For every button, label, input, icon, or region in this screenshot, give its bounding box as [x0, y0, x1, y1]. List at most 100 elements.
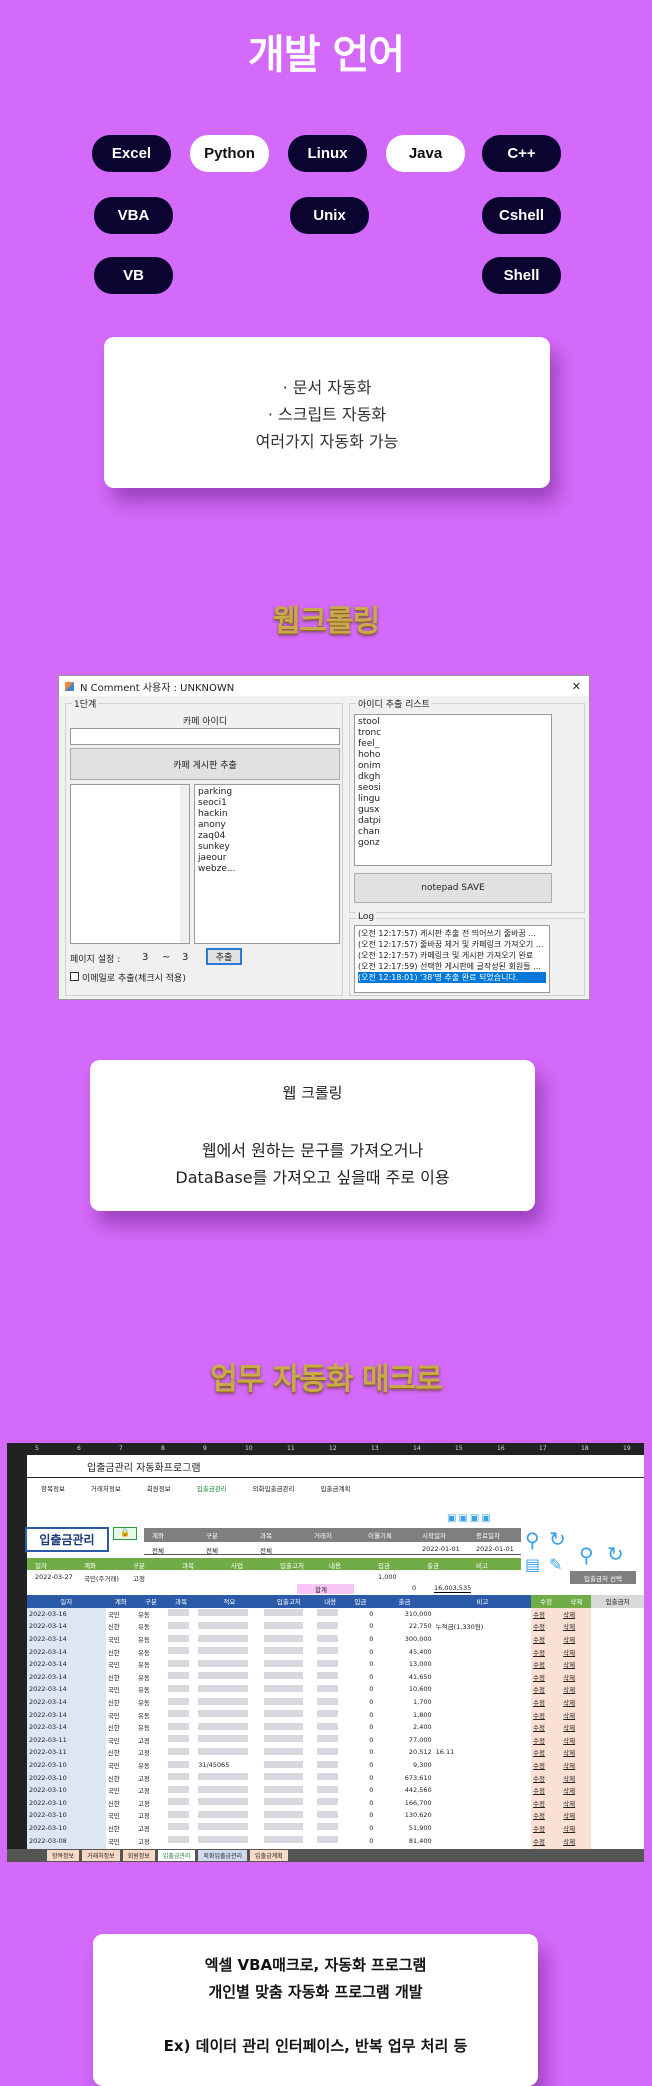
cell[interactable]: 수정	[531, 1670, 562, 1684]
cell[interactable]: 삭제	[561, 1796, 592, 1810]
column-header[interactable]: 12	[329, 1445, 337, 1452]
notepad-save-button[interactable]: notepad SAVE	[354, 873, 552, 903]
id-item[interactable]: lingu	[358, 794, 548, 805]
cell[interactable]: 수정	[531, 1746, 562, 1759]
cell[interactable]: 수정	[531, 1695, 562, 1709]
id-item[interactable]: gonz	[358, 838, 548, 849]
cell[interactable]: 삭제	[561, 1708, 592, 1721]
column-header[interactable]: 6	[77, 1445, 81, 1452]
sheet-tab[interactable]: 거래처정보	[82, 1850, 120, 1861]
category-list[interactable]	[70, 784, 190, 944]
cell[interactable]: 수정	[531, 1607, 562, 1621]
cell[interactable]: 수정	[531, 1708, 562, 1721]
board-item[interactable]: parking	[198, 787, 336, 798]
board-item[interactable]: hackin	[198, 809, 336, 820]
cell[interactable]: 수정	[531, 1758, 562, 1772]
save-icon[interactable]: ▤	[525, 1555, 540, 1574]
cell[interactable]: 수정	[531, 1809, 562, 1822]
cell[interactable]: 수정	[531, 1796, 562, 1810]
cell[interactable]: 수정	[531, 1720, 562, 1734]
column-header[interactable]: 19	[623, 1445, 631, 1452]
nav-link[interactable]: 외화입출금관리	[253, 1483, 295, 1493]
board-item[interactable]: sunkey	[198, 842, 336, 853]
refresh-icon[interactable]: ↻	[607, 1542, 624, 1566]
id-item[interactable]: datpi	[358, 816, 548, 827]
id-list[interactable]: stool tronc feel_ hoho onim dkgh seosi lingu gus…	[354, 714, 552, 866]
sheet-tab[interactable]: 입출금관리	[157, 1850, 196, 1861]
nav-link[interactable]: 회원정보	[147, 1483, 171, 1493]
cell[interactable]: 삭제	[561, 1821, 592, 1835]
calendar-icons[interactable]: ▣▣▣▣	[447, 1513, 493, 1524]
board-item[interactable]: jaeour	[198, 853, 336, 864]
email-checkbox[interactable]	[70, 972, 79, 981]
board-item[interactable]: anony	[198, 820, 336, 831]
cell[interactable]: 삭제	[561, 1657, 592, 1671]
cell[interactable]: 삭제	[561, 1645, 592, 1658]
column-header[interactable]: 16	[497, 1445, 505, 1452]
cell[interactable]: 삭제	[561, 1632, 592, 1646]
nav-link[interactable]: 입출금관리	[197, 1483, 227, 1493]
board-list[interactable]: parking seoci1 hackin anony zaq04 sunkey jaeou…	[194, 784, 340, 944]
board-item[interactable]: webze...	[198, 864, 336, 875]
column-header[interactable]: 15	[455, 1445, 463, 1452]
eraser-icon[interactable]: ✎	[549, 1555, 562, 1574]
search-icon[interactable]: ⚲	[525, 1528, 540, 1552]
cell[interactable]: 수정	[531, 1632, 562, 1646]
cell[interactable]: 삭제	[561, 1758, 592, 1772]
lock-icon[interactable]: 🔒	[113, 1527, 137, 1540]
refresh-icon[interactable]: ↻	[549, 1527, 566, 1551]
cell[interactable]: 삭제	[561, 1620, 592, 1633]
close-icon[interactable]: ✕	[572, 680, 581, 693]
column-header[interactable]: 17	[539, 1445, 547, 1452]
column-header[interactable]: 11	[287, 1445, 295, 1452]
cell[interactable]: 삭제	[561, 1695, 592, 1709]
board-extract-button[interactable]: 카페 게시판 추출	[70, 748, 340, 780]
sheet-tab[interactable]: 회원정보	[122, 1850, 155, 1861]
log-list[interactable]: (오전 12:17:57) 게시판 추출 전 띄어쓰기 줄바꿈 ... (오전 1…	[354, 925, 550, 993]
column-header[interactable]: 18	[581, 1445, 589, 1452]
nav-link[interactable]: 거래처정보	[91, 1483, 121, 1493]
cell[interactable]: 삭제	[561, 1733, 592, 1747]
cell[interactable]: 삭제	[561, 1683, 592, 1696]
id-item[interactable]: seosi	[358, 783, 548, 794]
column-header[interactable]: 14	[413, 1445, 421, 1452]
cell[interactable]: 수정	[531, 1683, 562, 1696]
cell[interactable]: 수정	[531, 1657, 562, 1671]
log-entry[interactable]: (오전 12:18:01) '38'명 추출 완료 되었습니다.	[358, 972, 546, 983]
cell[interactable]: 수정	[531, 1821, 562, 1835]
cell[interactable]: 삭제	[561, 1809, 592, 1822]
cell[interactable]: 삭제	[561, 1783, 592, 1797]
board-item[interactable]: zaq04	[198, 831, 336, 842]
id-item[interactable]: onim	[358, 761, 548, 772]
column-header[interactable]: 7	[119, 1445, 123, 1452]
cell[interactable]: 수정	[531, 1620, 562, 1633]
board-item[interactable]: seoci1	[198, 798, 336, 809]
sheet-tab[interactable]: 입출금계획	[250, 1850, 288, 1861]
log-entry[interactable]: (오전 12:17:57) 줄바꿈 제거 및 카페링크 가져오기 ...	[358, 939, 546, 950]
id-item[interactable]: stool	[358, 717, 548, 728]
log-entry[interactable]: (오전 12:17:59) 선택한 게시판에 글작성된 회원들 ...	[358, 961, 546, 972]
cell[interactable]: 삭제	[561, 1771, 592, 1784]
cell[interactable]: 삭제	[561, 1746, 592, 1759]
page-from-input[interactable]: 3	[142, 952, 148, 963]
cell[interactable]: 수정	[531, 1834, 562, 1847]
search-icon[interactable]: ⚲	[579, 1543, 594, 1567]
page-to-input[interactable]: 3	[182, 952, 188, 963]
cell[interactable]: 삭제	[561, 1834, 592, 1847]
scrollbar[interactable]	[180, 785, 189, 943]
extract-button[interactable]: 추출	[206, 948, 242, 965]
nav-link[interactable]: 입출금계획	[321, 1483, 351, 1493]
id-item[interactable]: hoho	[358, 750, 548, 761]
log-entry[interactable]: (오전 12:17:57) 게시판 추출 전 띄어쓰기 줄바꿈 ...	[358, 928, 546, 939]
select-partner-button[interactable]: 입출금처 선택	[570, 1571, 636, 1584]
column-header[interactable]: 9	[203, 1445, 207, 1452]
id-item[interactable]: feel_	[358, 739, 548, 750]
sheet-tab[interactable]: 외화입출금관리	[198, 1850, 248, 1861]
column-header[interactable]: 10	[245, 1445, 253, 1452]
nav-link[interactable]: 항목정보	[41, 1483, 65, 1493]
cafe-id-input[interactable]	[70, 728, 340, 745]
cell[interactable]: 삭제	[561, 1720, 592, 1734]
column-header[interactable]: 8	[161, 1445, 165, 1452]
id-item[interactable]: tronc	[358, 728, 548, 739]
id-item[interactable]: dkgh	[358, 772, 548, 783]
